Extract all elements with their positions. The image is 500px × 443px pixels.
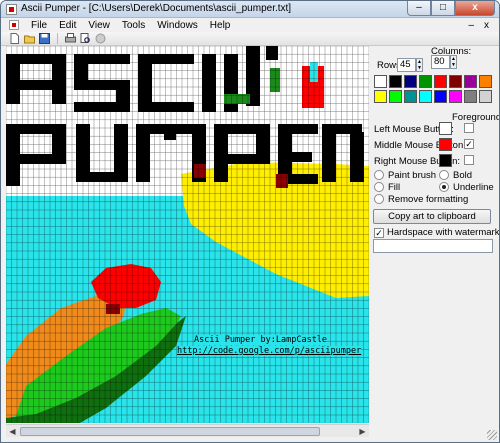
tool-panel: Rows: 45 ▲▼ Columns: 80 ▲▼ Foreground? L… xyxy=(369,46,499,436)
letter-block xyxy=(350,132,364,182)
new-icon[interactable] xyxy=(9,33,20,44)
palette-color-swatch[interactable] xyxy=(449,90,462,103)
letter-block xyxy=(266,46,278,60)
palette-color-swatch[interactable] xyxy=(419,90,432,103)
bold-label: Bold xyxy=(453,170,473,181)
menu-tools[interactable]: Tools xyxy=(116,20,151,31)
green-accent-block xyxy=(270,68,280,92)
right-mouse-color-swatch[interactable] xyxy=(439,154,452,167)
middle-mouse-label: Middle Mouse Button: xyxy=(374,140,466,151)
rows-spinner[interactable]: ▲ ▼ xyxy=(416,58,423,72)
toolbar xyxy=(1,32,499,46)
watermark-text-input[interactable] xyxy=(373,239,493,253)
letter-block xyxy=(138,64,152,104)
letter-block xyxy=(278,124,318,134)
app-window: Ascii Pumper - [C:\Users\Derek\Documents… xyxy=(0,0,500,443)
palette-color-swatch[interactable] xyxy=(479,75,492,88)
remove-formatting-label: Remove formatting xyxy=(388,194,469,205)
mdi-minimize-button[interactable]: – xyxy=(468,20,474,31)
scroll-left-icon[interactable]: ◀ xyxy=(7,426,18,437)
underline-radio[interactable] xyxy=(439,182,449,192)
watermark-icon[interactable] xyxy=(95,33,106,44)
print-icon[interactable] xyxy=(65,33,76,44)
remove-formatting-radio[interactable] xyxy=(374,194,384,204)
left-mouse-color-swatch[interactable] xyxy=(439,122,452,135)
menu-file[interactable]: File xyxy=(25,20,53,31)
print-preview-icon[interactable] xyxy=(80,33,91,44)
foreground-header: Foreground? xyxy=(452,112,499,123)
palette-color-swatch[interactable] xyxy=(389,75,402,88)
menu-windows[interactable]: Windows xyxy=(151,20,204,31)
letter-block xyxy=(6,154,66,164)
letter-block xyxy=(278,152,312,162)
palette-color-swatch[interactable] xyxy=(479,90,492,103)
close-button[interactable]: x xyxy=(455,1,495,16)
resize-grip[interactable] xyxy=(487,430,497,440)
letter-block xyxy=(214,124,270,134)
maximize-button[interactable]: □ xyxy=(431,1,455,16)
save-icon[interactable] xyxy=(39,33,50,44)
palette-color-swatch[interactable] xyxy=(419,75,432,88)
palette-color-swatch[interactable] xyxy=(404,90,417,103)
palette-color-swatch[interactable] xyxy=(464,75,477,88)
letter-block xyxy=(6,124,66,134)
watermark-url-text: http://code.google.com/p/asciipumper xyxy=(177,346,362,356)
scrollbar-thumb[interactable] xyxy=(20,427,320,436)
copy-art-button[interactable]: Copy art to clipboard xyxy=(373,209,491,224)
hardspace-label: Hardspace with watermark: xyxy=(387,227,500,238)
menu-bar: File Edit View Tools Windows Help – x xyxy=(1,18,499,32)
open-icon[interactable] xyxy=(24,33,35,44)
underline-label: Underline xyxy=(453,182,494,193)
darkred-accent-block xyxy=(276,174,288,188)
rows-input[interactable]: 45 xyxy=(397,58,416,72)
paint-brush-radio[interactable] xyxy=(374,170,384,180)
mdi-close-button[interactable]: x xyxy=(484,20,489,31)
minimize-button[interactable]: – xyxy=(407,1,431,16)
palette-color-swatch[interactable] xyxy=(404,75,417,88)
toolbar-separator xyxy=(57,33,58,44)
document-icon[interactable] xyxy=(9,20,19,30)
menu-help[interactable]: Help xyxy=(204,20,237,31)
hardspace-checkbox[interactable]: ✓ xyxy=(374,228,384,238)
figure-darkred-accent xyxy=(106,304,120,314)
palette-color-swatch[interactable] xyxy=(374,90,387,103)
ascii-art-canvas[interactable]: Ascii Pumper by:LampCastle http://code.g… xyxy=(6,46,369,423)
middle-mouse-color-swatch[interactable] xyxy=(439,138,452,151)
letter-block xyxy=(6,80,66,90)
palette-color-swatch[interactable] xyxy=(374,75,387,88)
palette-color-swatch[interactable] xyxy=(434,75,447,88)
watermark-credit-text: Ascii Pumper by:LampCastle xyxy=(194,335,328,345)
right-foreground-checkbox[interactable] xyxy=(464,155,474,165)
palette-color-swatch[interactable] xyxy=(464,90,477,103)
window-title: Ascii Pumper - [C:\Users\Derek\Documents… xyxy=(21,3,292,14)
menu-edit[interactable]: Edit xyxy=(53,20,82,31)
ascii-art-grid[interactable] xyxy=(6,46,369,423)
palette-color-swatch[interactable] xyxy=(389,90,402,103)
left-foreground-checkbox[interactable] xyxy=(464,123,474,133)
letter-block xyxy=(214,154,270,164)
fill-label: Fill xyxy=(388,182,401,193)
palette-color-swatch[interactable] xyxy=(434,90,447,103)
title-bar[interactable]: Ascii Pumper - [C:\Users\Derek\Documents… xyxy=(1,1,499,18)
columns-spinner[interactable]: ▲ ▼ xyxy=(450,55,457,69)
app-icon xyxy=(6,4,17,15)
horizontal-scrollbar[interactable]: ◀ ▶ xyxy=(6,424,369,437)
letter-block xyxy=(74,64,88,80)
middle-foreground-checkbox[interactable]: ✓ xyxy=(464,139,474,149)
fill-radio[interactable] xyxy=(374,182,384,192)
scroll-right-icon[interactable]: ▶ xyxy=(357,426,368,437)
paint-brush-label: Paint brush xyxy=(388,170,437,181)
letter-block xyxy=(116,90,130,104)
menu-view[interactable]: View xyxy=(82,20,116,31)
palette-color-swatch[interactable] xyxy=(449,75,462,88)
columns-input[interactable]: 80 xyxy=(431,55,450,69)
bold-radio[interactable] xyxy=(439,170,449,180)
letter-block xyxy=(322,132,336,182)
